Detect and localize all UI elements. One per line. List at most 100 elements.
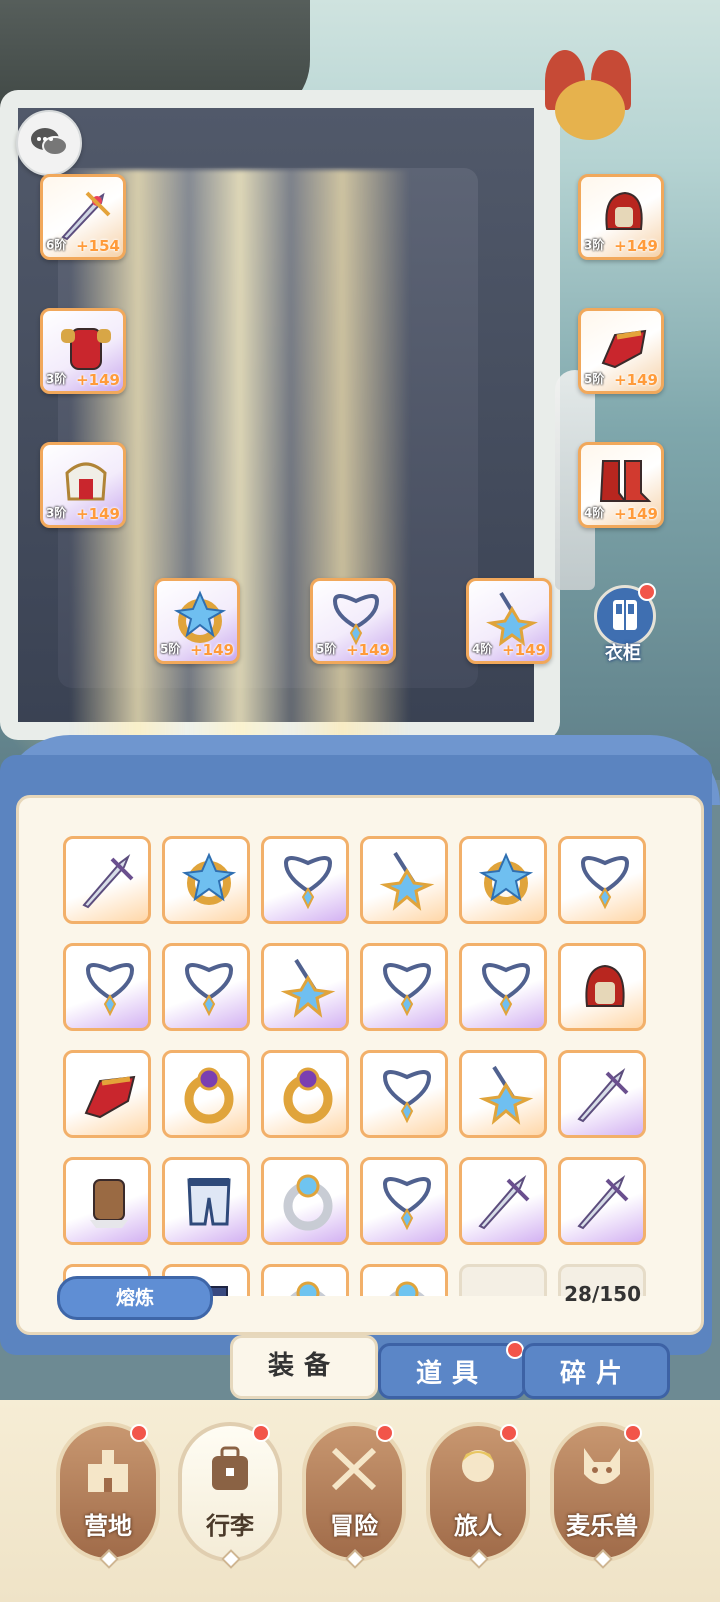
bonus-label: +149: [614, 371, 658, 389]
wardrobe-button[interactable]: 衣柜: [588, 583, 658, 665]
bonus-label: +149: [614, 505, 658, 523]
necklace-icon: [481, 963, 531, 1017]
notification-badge: [252, 1424, 270, 1442]
inventory-slot[interactable]: [360, 836, 448, 924]
inventory-slot[interactable]: [261, 836, 349, 924]
chat-button[interactable]: [16, 110, 82, 176]
inventory-slot[interactable]: [261, 1157, 349, 1245]
inventory-slot[interactable]: [162, 1157, 250, 1245]
inventory-slot[interactable]: [261, 1264, 349, 1296]
smelt-button[interactable]: 熔炼: [57, 1276, 213, 1320]
bonus-label: +149: [190, 641, 234, 659]
silver-ring-icon: [389, 1281, 425, 1296]
equip-slot-armor[interactable]: 3阶 +149: [40, 308, 126, 394]
inventory-grid[interactable]: [63, 836, 663, 1296]
nav-label: 冒险: [330, 1512, 378, 1540]
inventory-slot[interactable]: [360, 1264, 448, 1296]
tier-label: 5阶: [160, 642, 181, 656]
inventory-slot[interactable]: [459, 1050, 547, 1138]
silver-ring-icon: [283, 1174, 333, 1231]
bonus-label: +149: [76, 371, 120, 389]
traveler-icon: [462, 1450, 494, 1482]
tab-equipment[interactable]: 装备: [230, 1335, 378, 1399]
tier-label: 4阶: [472, 642, 493, 656]
tier-label: 3阶: [46, 506, 67, 520]
inventory-slot[interactable]: [459, 1157, 547, 1245]
inventory-slot[interactable]: [558, 1050, 646, 1138]
inventory-slot[interactable]: [162, 943, 250, 1031]
inventory-slot[interactable]: [558, 836, 646, 924]
nav-label: 行李: [206, 1512, 254, 1540]
fox-creature: [545, 50, 631, 170]
nav-label: 麦乐兽: [566, 1512, 638, 1540]
empty-inventory-slot[interactable]: [459, 1264, 547, 1296]
inventory-slot[interactable]: [261, 1050, 349, 1138]
inventory-count: 28/150: [564, 1282, 641, 1306]
necklace-icon: [184, 963, 234, 1017]
necklace-icon: [382, 1177, 432, 1231]
equip-slot-ring[interactable]: 5阶 +149: [154, 578, 240, 664]
inventory-slot[interactable]: [459, 836, 547, 924]
necklace-icon: [85, 963, 135, 1017]
nav-label: 旅人: [454, 1512, 502, 1540]
bonus-label: +149: [76, 505, 120, 523]
inventory-slot[interactable]: [558, 943, 646, 1031]
inventory-slot[interactable]: [162, 1050, 250, 1138]
silver-ring-icon: [290, 1281, 326, 1296]
equip-slot-hands[interactable]: 5阶 +149: [578, 308, 664, 394]
equip-slot-shoulder[interactable]: 3阶 +149: [40, 442, 126, 528]
inventory-slot[interactable]: [360, 1050, 448, 1138]
equip-slot-necklace[interactable]: 5阶 +149: [310, 578, 396, 664]
bag-icon: [212, 1446, 248, 1490]
inventory-slot[interactable]: [63, 1157, 151, 1245]
inventory-slot[interactable]: [162, 836, 250, 924]
nav-travelers[interactable]: 旅人: [426, 1422, 530, 1569]
equip-slot-amulet[interactable]: 4阶 +149: [466, 578, 552, 664]
bonus-label: +149: [614, 237, 658, 255]
ring-icon: [173, 590, 227, 643]
inventory-slot[interactable]: [360, 1157, 448, 1245]
inventory-slot[interactable]: [63, 1050, 151, 1138]
ring-icon: [181, 852, 237, 905]
nav-camp[interactable]: 营地: [56, 1422, 160, 1569]
necklace-icon: [382, 963, 432, 1017]
necklace-icon: [332, 594, 380, 646]
inventory-slot[interactable]: [63, 836, 151, 924]
helmet-icon: [605, 191, 643, 230]
equip-slot-helmet[interactable]: 3阶 +149: [578, 174, 664, 260]
wardrobe-label: 衣柜: [605, 643, 641, 664]
boots-icon: [599, 460, 652, 502]
tier-label: 3阶: [584, 238, 605, 252]
tier-label: 4阶: [584, 506, 605, 520]
tab-items[interactable]: 道具: [378, 1343, 526, 1399]
bonus-label: +149: [346, 641, 390, 659]
sword-icon: [82, 854, 134, 909]
helmet-icon: [585, 964, 625, 1007]
tab-fragments[interactable]: 碎片: [522, 1343, 670, 1399]
tier-label: 6阶: [46, 238, 67, 252]
ring-icon: [478, 852, 534, 905]
nav-mailer-beast[interactable]: 麦乐兽: [550, 1422, 654, 1569]
purple-ring-icon: [184, 1067, 234, 1124]
gauntlet-icon: [84, 1075, 136, 1119]
amulet-icon: [379, 851, 435, 911]
armor-icon: [61, 328, 111, 370]
equip-slot-weapon[interactable]: 6阶 +154: [40, 174, 126, 260]
sword-icon: [577, 1175, 629, 1230]
inventory-slot[interactable]: [360, 943, 448, 1031]
notification-badge: [500, 1424, 518, 1442]
purple-ring-icon: [283, 1067, 333, 1124]
crossed-swords-icon: [331, 1447, 377, 1491]
castle-icon: [88, 1450, 128, 1492]
inventory-slot[interactable]: [63, 943, 151, 1031]
equip-slot-boots[interactable]: 4阶 +149: [578, 442, 664, 528]
nav-luggage[interactable]: 行李: [178, 1422, 282, 1569]
inventory-slot[interactable]: [459, 943, 547, 1031]
sword-icon: [577, 1068, 629, 1123]
tier-label: 3阶: [46, 372, 67, 386]
nav-adventure[interactable]: 冒险: [302, 1422, 406, 1569]
necklace-icon: [382, 1070, 432, 1124]
bracer-icon: [90, 1179, 128, 1228]
inventory-slot[interactable]: [558, 1157, 646, 1245]
inventory-slot[interactable]: [261, 943, 349, 1031]
